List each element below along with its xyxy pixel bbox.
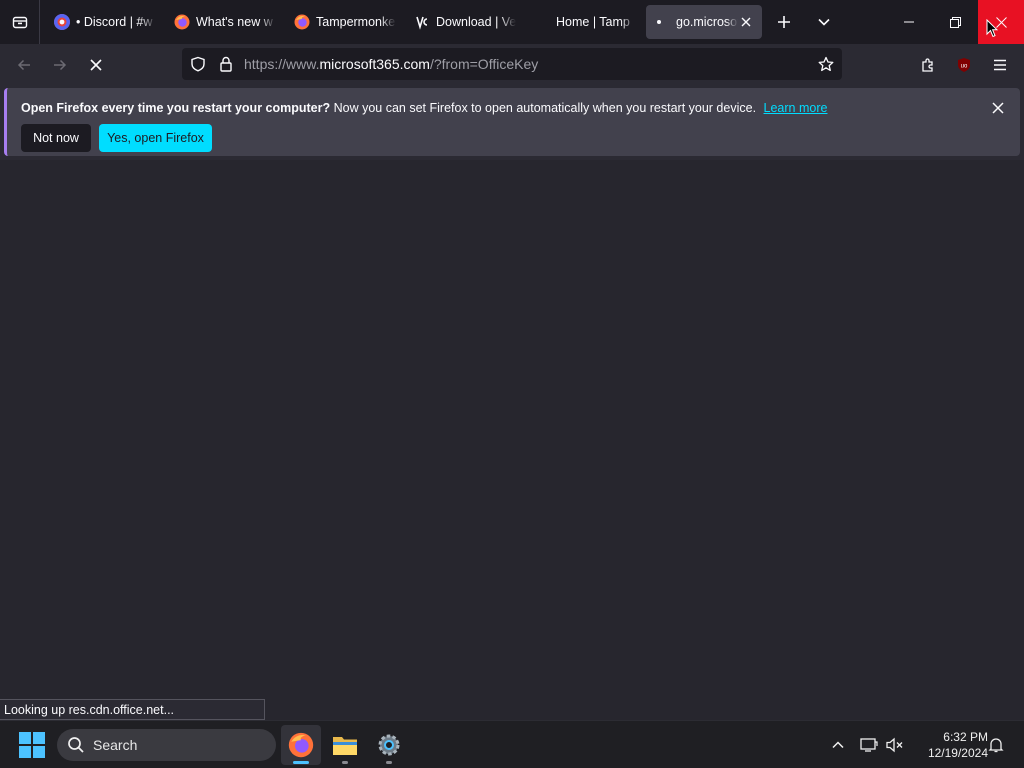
hamburger-menu-icon bbox=[994, 59, 1006, 71]
tab-title: What's new w bbox=[196, 15, 273, 29]
tab-discord[interactable]: • Discord | #w bbox=[46, 5, 164, 39]
windows-logo-pane bbox=[33, 746, 45, 758]
url-suffix: /?from=OfficeKey bbox=[429, 56, 539, 72]
taskbar-firefox[interactable] bbox=[281, 725, 321, 765]
chevron-down-icon bbox=[818, 18, 830, 26]
navigation-toolbar: https://www.microsoft365.com/?from=Offic… bbox=[0, 44, 1024, 86]
windows-logo-pane bbox=[19, 746, 31, 758]
notifications-button[interactable] bbox=[984, 733, 1008, 757]
taskbar-settings[interactable] bbox=[369, 725, 409, 765]
url-text[interactable]: https://www.microsoft365.com/?from=Offic… bbox=[244, 56, 538, 72]
tab-title: Download | Ve bbox=[436, 15, 516, 29]
notification-title: Open Firefox every time you restart your… bbox=[21, 101, 331, 115]
ublock-origin-icon: uo bbox=[958, 58, 970, 72]
tab-title: Home | Tamp bbox=[556, 15, 630, 29]
firefox-view-button[interactable] bbox=[0, 0, 40, 44]
folder-icon bbox=[333, 737, 357, 755]
stop-loading-icon bbox=[90, 59, 102, 71]
search-label: Search bbox=[93, 737, 138, 753]
not-now-button[interactable]: Not now bbox=[21, 124, 91, 152]
volume-button[interactable] bbox=[883, 733, 907, 757]
firefox-icon bbox=[288, 732, 314, 758]
close-notification-button[interactable] bbox=[988, 98, 1008, 118]
loading-dot-icon bbox=[654, 14, 670, 30]
extensions-button[interactable] bbox=[912, 49, 944, 81]
tab-download-vencord[interactable]: Download | Ve bbox=[406, 5, 524, 39]
stop-button[interactable] bbox=[80, 49, 112, 81]
tab-title: go.microsoft bbox=[676, 15, 738, 29]
taskbar-clock[interactable]: 6:32 PM 12/19/2024 bbox=[912, 729, 988, 761]
tab-title: Tampermonke bbox=[316, 15, 396, 29]
minimize-icon bbox=[904, 21, 914, 23]
chevron-up-icon bbox=[832, 741, 844, 749]
firefox-view-icon bbox=[12, 16, 27, 29]
show-hidden-icons-button[interactable] bbox=[826, 733, 850, 757]
vencord-icon bbox=[414, 14, 430, 30]
close-icon bbox=[992, 102, 1004, 114]
menu-button[interactable] bbox=[984, 49, 1016, 81]
windows-logo-pane bbox=[19, 732, 31, 744]
taskbar-search[interactable]: Search bbox=[57, 729, 276, 761]
close-window-button[interactable] bbox=[978, 0, 1024, 44]
bookmark-star-icon[interactable] bbox=[812, 48, 840, 80]
firefox-icon bbox=[294, 14, 310, 30]
tab-go-microsoft[interactable]: go.microsoft bbox=[646, 5, 762, 39]
running-indicator bbox=[342, 761, 348, 764]
ublock-origin-button[interactable]: uo bbox=[948, 49, 980, 81]
tab-title: • Discord | #w bbox=[76, 15, 153, 29]
arrow-right-icon bbox=[54, 59, 67, 71]
network-button[interactable] bbox=[857, 733, 881, 757]
notification-message: Open Firefox every time you restart your… bbox=[21, 101, 827, 115]
mouse-cursor-icon bbox=[986, 19, 998, 38]
notification-bar: Open Firefox every time you restart your… bbox=[4, 88, 1020, 156]
active-indicator bbox=[293, 761, 309, 764]
gear-icon bbox=[378, 734, 400, 756]
svg-text:uo: uo bbox=[961, 64, 968, 70]
running-indicator bbox=[386, 761, 392, 764]
firefox-icon bbox=[174, 14, 190, 30]
url-prefix: https://www. bbox=[244, 56, 320, 72]
taskbar-file-explorer[interactable] bbox=[325, 725, 365, 765]
tab-home-tampermonkey[interactable]: Home | Tamp bbox=[526, 5, 644, 39]
start-button[interactable] bbox=[19, 732, 45, 758]
lock-icon[interactable] bbox=[212, 48, 240, 80]
url-domain: microsoft365.com bbox=[319, 56, 430, 72]
page-content bbox=[0, 160, 1024, 720]
discord-chrome-icon bbox=[54, 14, 70, 30]
bell-icon bbox=[988, 738, 1004, 753]
search-icon bbox=[68, 737, 84, 753]
blank-favicon bbox=[534, 14, 550, 30]
title-bar: • Discord | #w What's new w Tampermonke … bbox=[0, 0, 1024, 44]
new-tab-button[interactable] bbox=[764, 0, 804, 44]
url-bar[interactable]: https://www.microsoft365.com/?from=Offic… bbox=[182, 48, 842, 80]
tab-strip: • Discord | #w What's new w Tampermonke … bbox=[40, 0, 764, 44]
minimize-button[interactable] bbox=[886, 0, 932, 44]
puzzle-icon bbox=[922, 58, 933, 72]
list-all-tabs-button[interactable] bbox=[804, 0, 844, 44]
clock-date: 12/19/2024 bbox=[927, 746, 988, 760]
forward-button[interactable] bbox=[44, 49, 76, 81]
windows-logo-pane bbox=[33, 732, 45, 744]
tracking-protection-shield-icon[interactable] bbox=[184, 48, 212, 80]
tab-tampermonkey[interactable]: Tampermonke bbox=[286, 5, 404, 39]
learn-more-link[interactable]: Learn more bbox=[764, 101, 828, 115]
notification-text: Now you can set Firefox to open automati… bbox=[333, 101, 757, 115]
restore-button[interactable] bbox=[932, 0, 978, 44]
speaker-muted-icon bbox=[886, 737, 903, 753]
taskbar: Search 6:32 PM 12/19/2024 bbox=[0, 720, 1024, 768]
plus-icon bbox=[778, 16, 790, 28]
status-panel: Looking up res.cdn.office.net... bbox=[0, 699, 265, 720]
back-button[interactable] bbox=[8, 49, 40, 81]
restore-icon bbox=[949, 16, 961, 28]
clock-time: 6:32 PM bbox=[943, 730, 988, 744]
tab-whats-new[interactable]: What's new w bbox=[166, 5, 284, 39]
yes-open-firefox-button[interactable]: Yes, open Firefox bbox=[99, 124, 212, 152]
close-tab-icon[interactable] bbox=[738, 14, 754, 30]
network-icon bbox=[860, 738, 878, 752]
arrow-left-icon bbox=[17, 59, 30, 71]
